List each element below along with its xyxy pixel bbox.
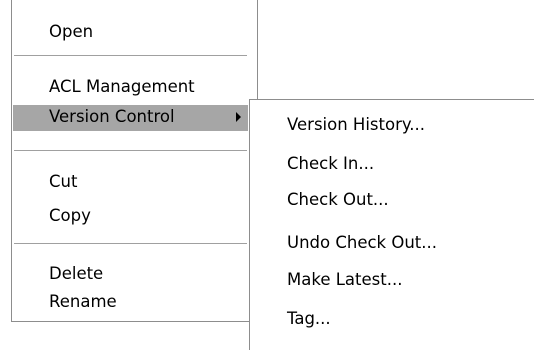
menu-item-version-control[interactable]: Version Control <box>13 105 248 131</box>
menu-item-copy[interactable]: Copy <box>13 204 248 230</box>
submenu-item-make-latest[interactable]: Make Latest... <box>250 268 533 294</box>
context-menu: Open ACL Management Version Control Cut … <box>11 0 258 322</box>
menu-separator <box>14 150 247 152</box>
menu-separator <box>14 55 247 57</box>
menu-item-open[interactable]: Open <box>13 20 248 46</box>
menu-item-rename[interactable]: Rename <box>13 290 248 316</box>
submenu-item-check-out[interactable]: Check Out... <box>250 188 533 214</box>
menu-item-version-control-label: Version Control <box>49 107 175 126</box>
menu-item-cut[interactable]: Cut <box>13 170 248 196</box>
version-control-submenu: Version History... Check In... Check Out… <box>249 99 534 350</box>
menu-item-delete[interactable]: Delete <box>13 262 248 288</box>
submenu-item-version-history[interactable]: Version History... <box>250 113 533 139</box>
submenu-item-undo-check-out[interactable]: Undo Check Out... <box>250 231 533 257</box>
submenu-item-tag[interactable]: Tag... <box>250 307 533 333</box>
menu-item-acl-management[interactable]: ACL Management <box>13 75 248 101</box>
menu-separator <box>14 243 247 245</box>
chevron-right-icon <box>236 112 241 122</box>
submenu-item-check-in[interactable]: Check In... <box>250 152 533 178</box>
